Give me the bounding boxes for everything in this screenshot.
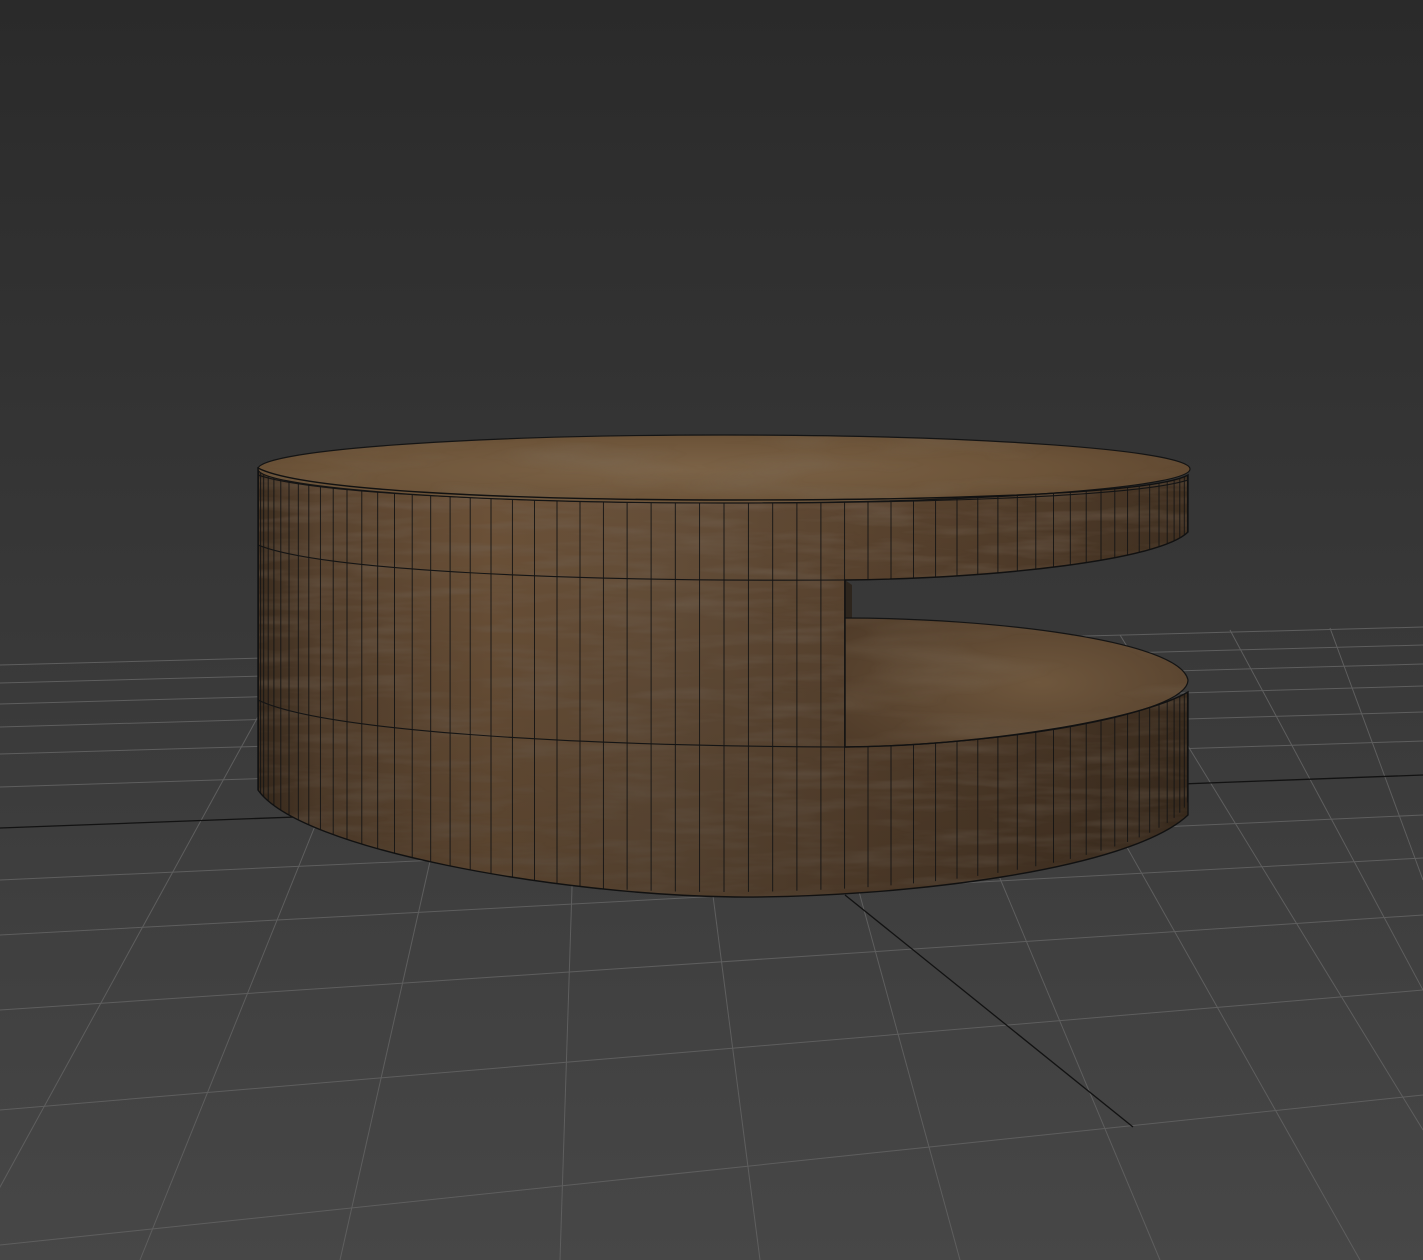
3d-viewport[interactable] (0, 0, 1423, 1260)
coffee-table-model[interactable] (250, 430, 1200, 910)
viewport-scene[interactable] (0, 0, 1423, 1260)
